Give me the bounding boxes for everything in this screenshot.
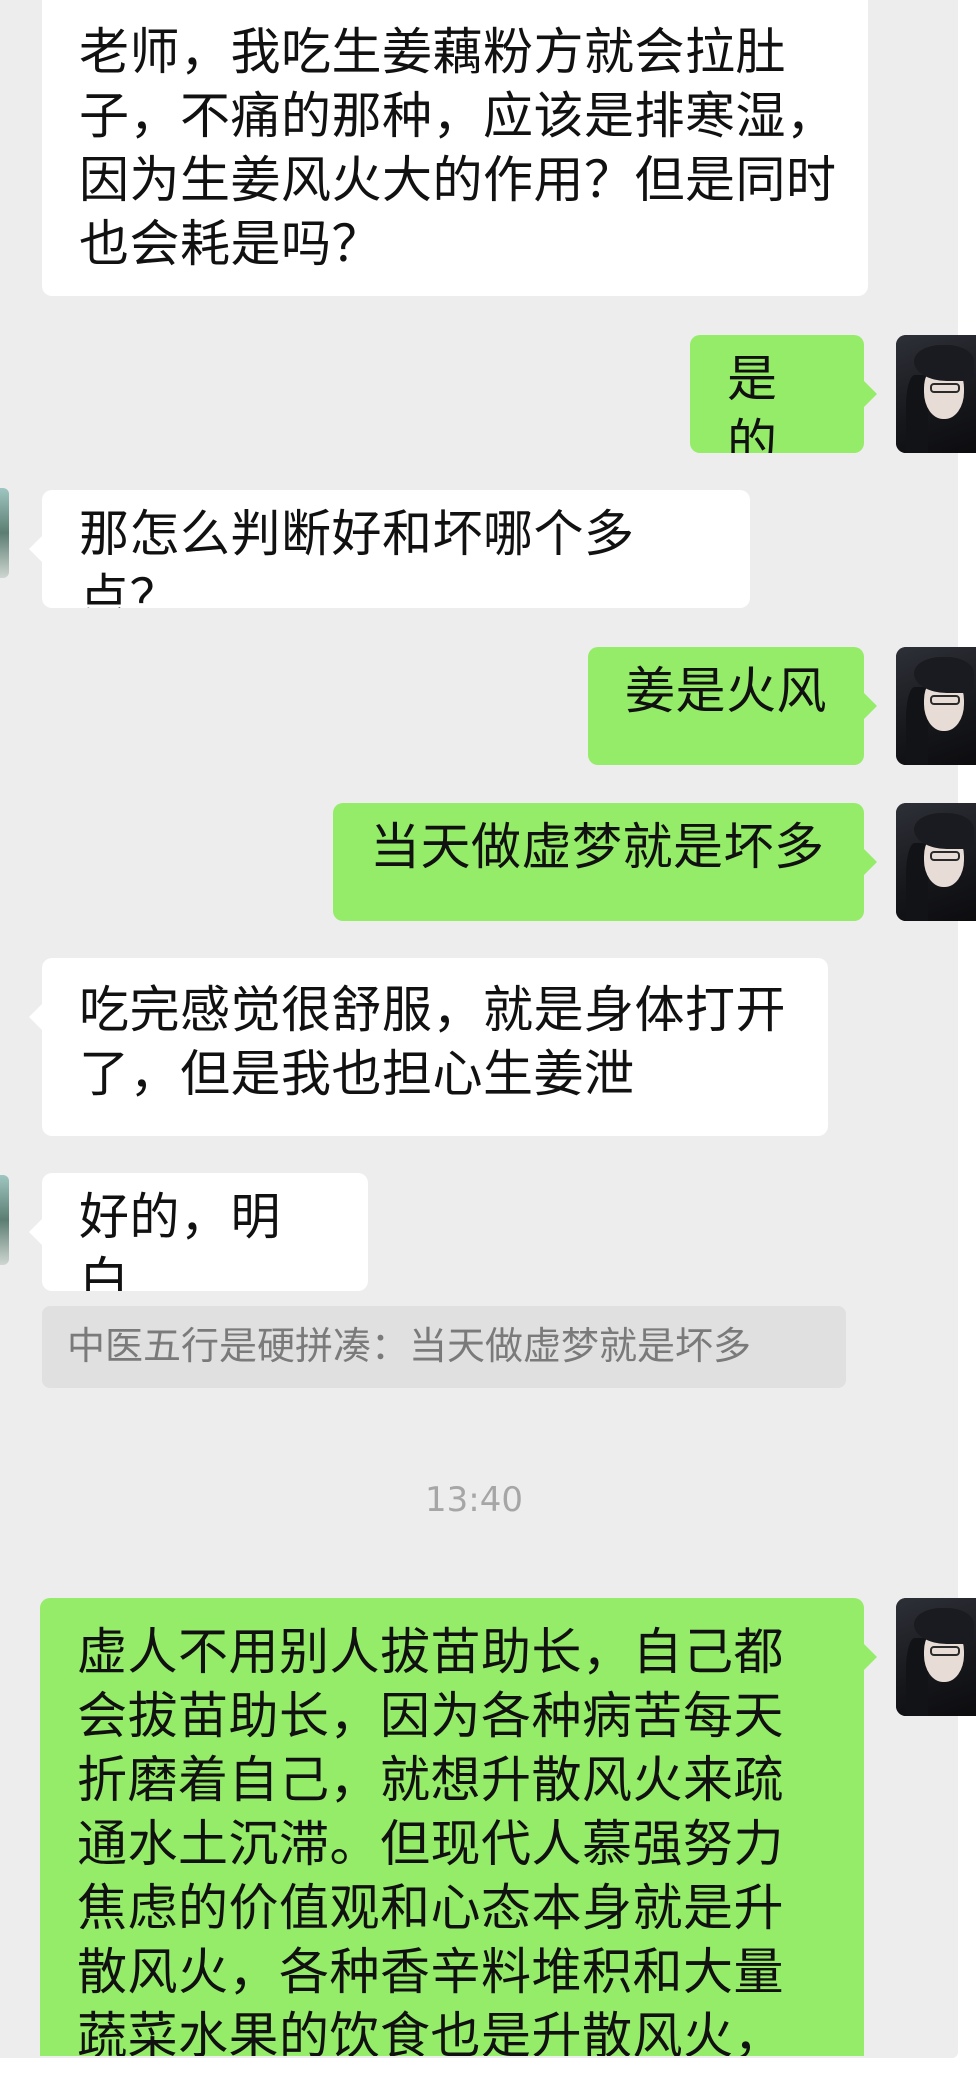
- contact-avatar-icon[interactable]: [0, 488, 9, 578]
- message-bubble-incoming[interactable]: 老师，我吃生姜藕粉方就会拉肚子，不痛的那种，应该是排寒湿，因为生姜风火大的作用？…: [42, 0, 868, 296]
- message-bubble-outgoing[interactable]: 是的: [690, 335, 864, 453]
- bubble-tail: [29, 536, 42, 562]
- bubble-tail: [29, 1004, 42, 1030]
- quoted-reply-text: 中医五行是硬拼凑：当天做虚梦就是坏多: [67, 1324, 752, 1368]
- message-text: 老师，我吃生姜藕粉方就会拉肚子，不痛的那种，应该是排寒湿，因为生姜风火大的作用？…: [79, 23, 837, 273]
- message-text: 姜是火风: [625, 662, 827, 720]
- message-bubble-incoming[interactable]: 好的，明白: [42, 1173, 368, 1291]
- message-bubble-outgoing[interactable]: 姜是火风: [588, 647, 864, 765]
- message-text: 好的，明白: [79, 1188, 281, 1291]
- message-text: 虚人不用别人拔苗助长，自己都会拔苗助长，因为各种病苦每天折磨着自己，就想升散风火…: [77, 1623, 784, 2056]
- bubble-tail: [29, 1219, 42, 1245]
- bubble-tail: [864, 381, 877, 407]
- chat-view: 老师，我吃生姜藕粉方就会拉肚子，不痛的那种，应该是排寒湿，因为生姜风火大的作用？…: [0, 0, 976, 2095]
- message-bubble-outgoing[interactable]: 虚人不用别人拔苗助长，自己都会拔苗助长，因为各种病苦每天折磨着自己，就想升散风火…: [40, 1598, 864, 2056]
- message-bubble-incoming[interactable]: 吃完感觉很舒服，就是身体打开了，但是我也担心生姜泄: [42, 958, 828, 1136]
- message-text: 那怎么判断好和坏哪个多点？: [79, 505, 635, 608]
- user-avatar-icon[interactable]: [896, 647, 976, 765]
- message-text: 当天做虚梦就是坏多: [370, 818, 825, 876]
- message-bubble-outgoing[interactable]: 当天做虚梦就是坏多: [333, 803, 864, 921]
- message-text: 是的: [727, 350, 778, 453]
- user-avatar-icon[interactable]: [896, 1598, 976, 1716]
- timestamp: 13:40: [425, 1480, 523, 1520]
- quoted-reply[interactable]: 中医五行是硬拼凑：当天做虚梦就是坏多: [42, 1306, 846, 1388]
- bubble-tail: [864, 693, 877, 719]
- bubble-tail: [864, 849, 877, 875]
- message-text: 吃完感觉很舒服，就是身体打开了，但是我也担心生姜泄: [79, 981, 786, 1103]
- contact-avatar-icon[interactable]: [0, 1175, 9, 1265]
- user-avatar-icon[interactable]: [896, 803, 976, 921]
- user-avatar-icon[interactable]: [896, 335, 976, 453]
- bubble-tail: [864, 1644, 877, 1670]
- message-bubble-incoming[interactable]: 那怎么判断好和坏哪个多点？: [42, 490, 750, 608]
